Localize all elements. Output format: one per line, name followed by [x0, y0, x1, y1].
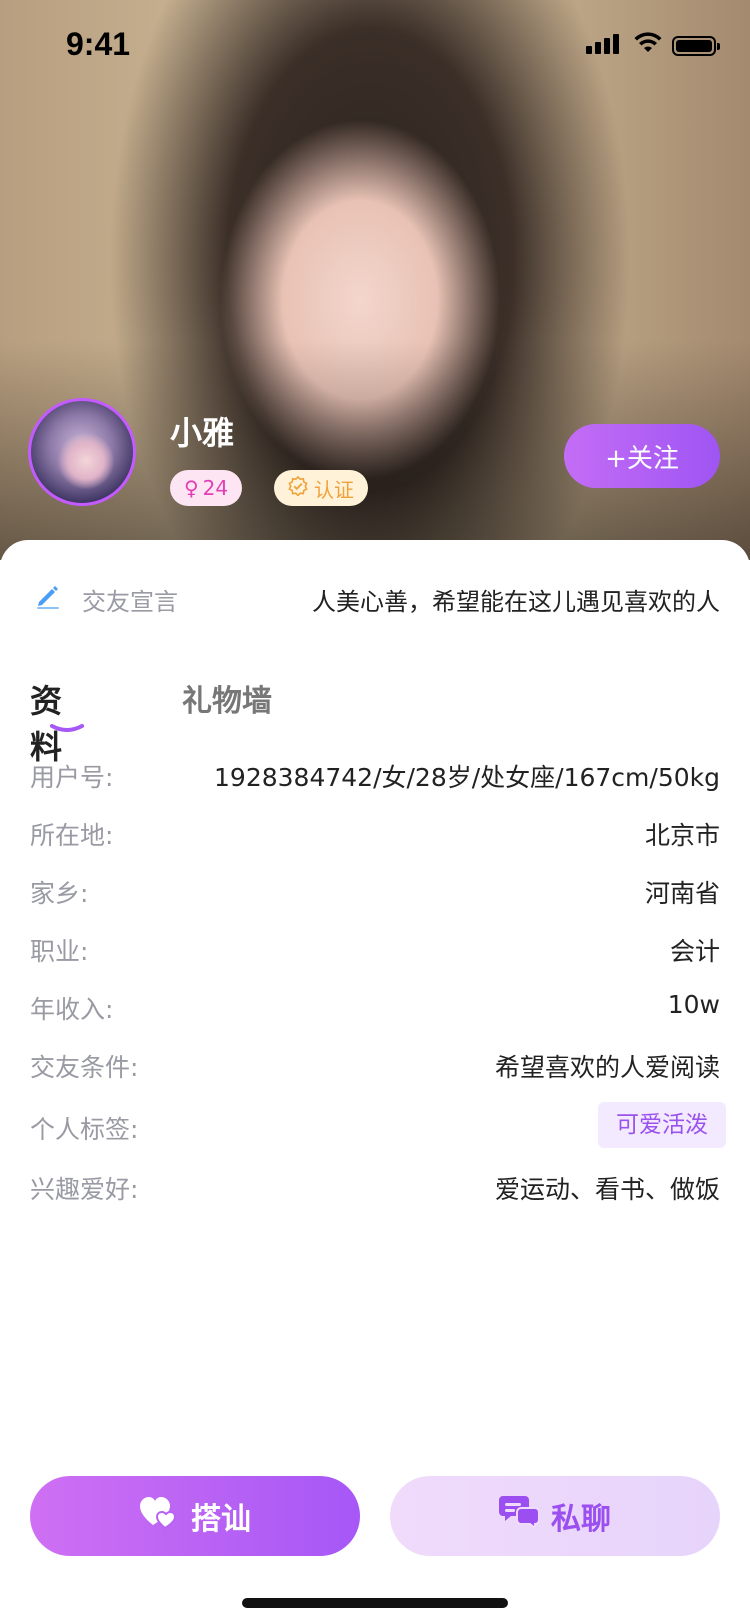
chat-bubbles-icon [499, 1494, 540, 1538]
motto-row: 交友宣言 人美心善，希望能在这儿遇见喜欢的人 [30, 580, 720, 620]
tab-gift-wall[interactable]: 礼物墙 [182, 676, 272, 720]
pencil-icon [34, 582, 62, 614]
detail-value: 河南省 [644, 879, 720, 908]
age-text: 24 [202, 476, 229, 500]
tab-profile-info[interactable]: 资料 [30, 676, 62, 768]
detail-key: 个人标签: [30, 1115, 139, 1144]
pickup-label: 搭讪 [191, 1502, 251, 1537]
detail-key: 职业: [30, 937, 89, 966]
status-bar: 9:41 [0, 0, 750, 90]
pickup-button[interactable]: 搭讪 [30, 1476, 360, 1556]
tab-active-indicator [50, 724, 84, 732]
wifi-icon [634, 32, 662, 58]
home-indicator[interactable] [242, 1598, 508, 1608]
private-chat-button[interactable]: 私聊 [390, 1476, 720, 1556]
detail-value: 希望喜欢的人爱阅读 [494, 1053, 720, 1082]
profile-sheet: 交友宣言 人美心善，希望能在这儿遇见喜欢的人 资料 礼物墙 用户号: 19283… [0, 540, 750, 1624]
detail-value: 爱运动、看书、做饭 [494, 1175, 720, 1204]
detail-row-dating-criteria: 交友条件: 希望喜欢的人爱阅读 [30, 1048, 720, 1088]
detail-row-income: 年收入: 10w [30, 990, 720, 1030]
detail-row-hobbies: 兴趣爱好: 爱运动、看书、做饭 [30, 1170, 720, 1210]
detail-row-personal-tags: 个人标签: 可爱活泼 [30, 1102, 726, 1150]
detail-key: 交友条件: [30, 1053, 139, 1082]
hearts-icon [139, 1495, 179, 1537]
detail-key: 所在地: [30, 821, 114, 850]
motto-label: 交友宣言 [82, 588, 178, 616]
motto-text: 人美心善，希望能在这儿遇见喜欢的人 [312, 588, 720, 616]
detail-row-location: 所在地: 北京市 [30, 816, 720, 856]
detail-value: 北京市 [644, 821, 720, 850]
detail-row-hometown: 家乡: 河南省 [30, 874, 720, 914]
verified-label: 认证 [314, 477, 354, 502]
private-chat-label: 私聊 [551, 1502, 611, 1537]
battery-icon [672, 36, 720, 56]
profile-nickname: 小雅 [170, 414, 235, 452]
personal-tag-chip: 可爱活泼 [598, 1102, 726, 1148]
detail-value: 10w [667, 990, 720, 1019]
detail-key: 年收入: [30, 995, 114, 1024]
verified-badge: 认证 [274, 470, 368, 506]
gender-age-badge: ♀ 24 [170, 470, 243, 506]
detail-row-user-id: 用户号: 1928384742/女/28岁/处女座/167cm/50kg [30, 758, 720, 798]
status-time: 9:41 [66, 26, 131, 62]
detail-key: 兴趣爱好: [30, 1175, 139, 1204]
avatar[interactable] [28, 398, 136, 506]
detail-key: 家乡: [30, 879, 89, 908]
follow-button[interactable]: +关注 [564, 424, 720, 488]
detail-row-occupation: 职业: 会计 [30, 932, 720, 972]
detail-value: 1928384742/女/28岁/处女座/167cm/50kg [214, 763, 720, 792]
detail-key: 用户号: [30, 763, 114, 792]
detail-value: 会计 [669, 937, 720, 966]
female-icon: ♀ [184, 476, 199, 500]
verified-icon [288, 475, 308, 501]
